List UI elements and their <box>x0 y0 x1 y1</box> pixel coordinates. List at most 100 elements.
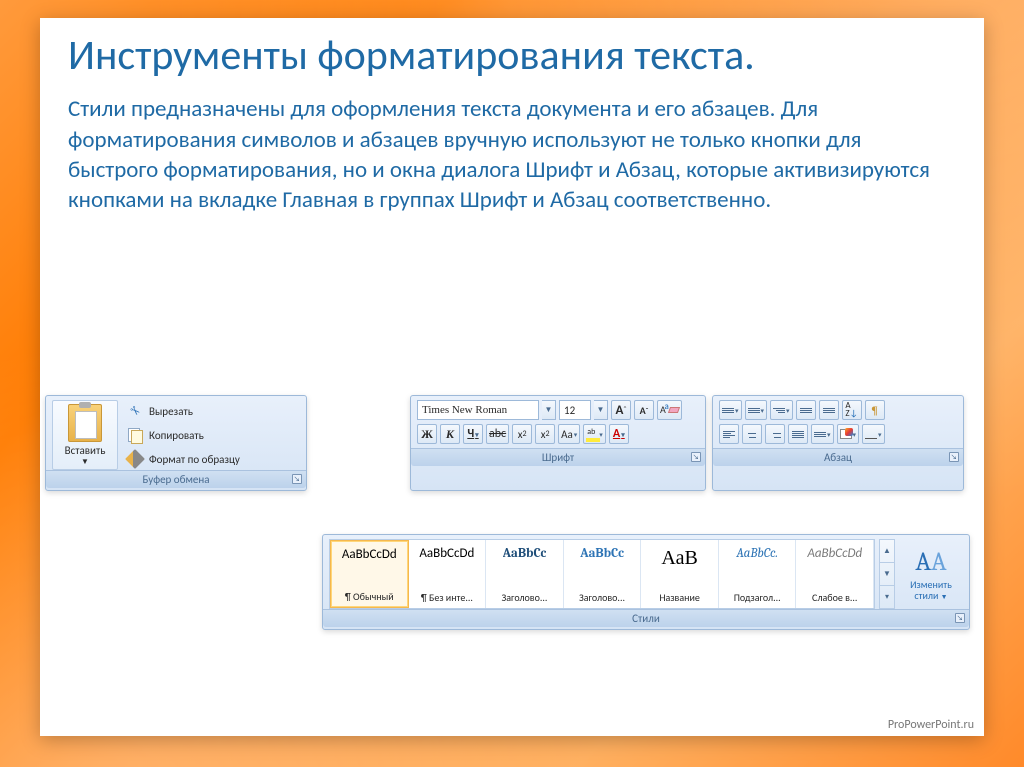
style-item[interactable]: AaBbCc Заголово... <box>564 540 642 608</box>
style-item[interactable]: AaBbCc Заголово... <box>486 540 564 608</box>
increase-indent-button[interactable] <box>819 400 839 420</box>
decrease-indent-button[interactable] <box>796 400 816 420</box>
dialog-launcher-icon[interactable]: ↘ <box>949 452 959 462</box>
cut-label: Вырезать <box>149 405 193 418</box>
multilevel-button[interactable] <box>770 400 793 420</box>
style-preview: AaBbCc <box>580 546 624 561</box>
superscript-button[interactable]: x2 <box>535 424 555 444</box>
sort-button[interactable]: AZ↓ <box>842 400 862 420</box>
slide: Инструменты форматирования текста. Стили… <box>40 18 984 736</box>
style-preview: AaBbCc. <box>736 546 778 561</box>
dialog-launcher-icon[interactable]: ↘ <box>691 452 701 462</box>
line-spacing-icon <box>814 432 826 437</box>
align-right-button[interactable] <box>765 424 785 444</box>
paragraph-group: AZ↓ ¶ <box>712 395 964 491</box>
clipboard-icon <box>68 404 102 442</box>
strikethrough-button[interactable]: abc <box>486 424 509 444</box>
multilevel-icon <box>773 408 785 413</box>
borders-icon <box>865 429 877 439</box>
slide-body: Стили предназначены для оформления текст… <box>68 94 948 215</box>
style-name: ¶ Обычный <box>333 590 406 603</box>
show-marks-button[interactable]: ¶ <box>865 400 885 420</box>
align-left-button[interactable] <box>719 424 739 444</box>
styles-group-label: Стили ↘ <box>323 609 969 627</box>
gallery-scroll[interactable]: ▲ ▼ ▾ <box>879 539 895 609</box>
sort-icon: AZ↓ <box>845 402 857 418</box>
style-name: Слабое в... <box>798 591 871 604</box>
paste-label: Вставить <box>65 444 106 457</box>
style-item[interactable]: АаВ Название <box>641 540 719 608</box>
style-preview: AaBbCc <box>503 546 547 561</box>
style-name: Заголово... <box>566 591 639 604</box>
shading-icon <box>840 429 852 439</box>
font-color-button[interactable]: A <box>609 424 629 444</box>
dialog-launcher-icon[interactable]: ↘ <box>292 474 302 484</box>
copy-label: Копировать <box>149 429 204 442</box>
style-item[interactable]: AaBbCcDd Слабое в... <box>796 540 874 608</box>
font-name-combo[interactable]: Times New Roman <box>417 400 539 420</box>
cut-button[interactable]: ✂ Вырезать <box>124 401 300 421</box>
justify-icon <box>792 431 804 438</box>
scissors-icon: ✂ <box>124 400 147 423</box>
font-group: Times New Roman ▼ 12 ▼ Aˆ Aˇ Aa Ж К Ч ab… <box>410 395 706 491</box>
format-painter-button[interactable]: Формат по образцу <box>124 449 300 469</box>
underline-button[interactable]: Ч <box>463 424 483 444</box>
chevron-down-icon[interactable]: ▼ <box>81 457 89 467</box>
dialog-launcher-icon[interactable]: ↘ <box>955 613 965 623</box>
align-center-icon <box>746 431 758 438</box>
chevron-down-icon[interactable]: ▼ <box>542 400 556 420</box>
italic-button[interactable]: К <box>440 424 460 444</box>
numbering-button[interactable] <box>745 400 768 420</box>
style-preview: AaBbCcDd <box>342 547 397 562</box>
footer-credit: ProPowerPoint.ru <box>888 718 974 732</box>
style-item[interactable]: AaBbCc. Подзагол... <box>719 540 797 608</box>
font-size-combo[interactable]: 12 <box>559 400 591 420</box>
align-right-icon <box>769 431 781 438</box>
slide-title: Инструменты форматирования текста. <box>68 32 956 80</box>
style-name: Название <box>643 591 716 604</box>
clear-formatting-button[interactable]: Aa <box>657 400 682 420</box>
change-styles-button[interactable]: AA Изменить стили ▼ <box>899 539 963 609</box>
clipboard-group: Вставить ▼ ✂ Вырезать Копировать Формат … <box>45 395 307 491</box>
style-item[interactable]: AaBbCcDd ¶ Обычный <box>330 540 409 608</box>
brush-icon <box>127 451 143 467</box>
style-name: Подзагол... <box>721 591 794 604</box>
styles-group: AaBbCcDd¶ ОбычныйAaBbCcDd¶ Без инте...Aa… <box>322 534 970 630</box>
font-group-label: Шрифт ↘ <box>411 448 705 466</box>
numbering-icon <box>748 408 760 413</box>
borders-button[interactable] <box>862 424 885 444</box>
bullets-icon <box>722 408 734 413</box>
format-painter-label: Формат по образцу <box>149 453 240 466</box>
change-styles-icon: AA <box>915 547 946 577</box>
style-name: Заголово... <box>488 591 561 604</box>
bold-button[interactable]: Ж <box>417 424 437 444</box>
paragraph-group-label: Абзац ↘ <box>713 448 963 466</box>
chevron-down-icon[interactable]: ▼ <box>594 400 608 420</box>
style-preview: AaBbCcDd <box>419 546 474 561</box>
clipboard-group-label: Буфер обмена ↘ <box>46 470 306 488</box>
justify-button[interactable] <box>788 424 808 444</box>
shading-button[interactable] <box>837 424 860 444</box>
scroll-down-icon[interactable]: ▼ <box>880 563 894 586</box>
grow-font-button[interactable]: Aˆ <box>611 400 631 420</box>
style-preview: АаВ <box>661 546 697 570</box>
shrink-font-button[interactable]: Aˇ <box>634 400 654 420</box>
change-case-button[interactable]: Aa <box>558 424 580 444</box>
paste-button[interactable]: Вставить ▼ <box>52 400 118 470</box>
line-spacing-button[interactable] <box>811 424 834 444</box>
expand-gallery-icon[interactable]: ▾ <box>880 586 894 608</box>
increase-indent-icon <box>823 408 835 413</box>
highlight-icon <box>586 428 598 440</box>
copy-button[interactable]: Копировать <box>124 425 300 445</box>
copy-icon <box>127 427 143 443</box>
style-item[interactable]: AaBbCcDd¶ Без инте... <box>409 540 487 608</box>
subscript-button[interactable]: x2 <box>512 424 532 444</box>
decrease-indent-icon <box>800 408 812 413</box>
align-left-icon <box>723 431 735 438</box>
scroll-up-icon[interactable]: ▲ <box>880 540 894 563</box>
eraser-icon <box>668 407 680 413</box>
highlight-button[interactable] <box>583 424 606 444</box>
style-preview: AaBbCcDd <box>807 546 862 561</box>
align-center-button[interactable] <box>742 424 762 444</box>
bullets-button[interactable] <box>719 400 742 420</box>
